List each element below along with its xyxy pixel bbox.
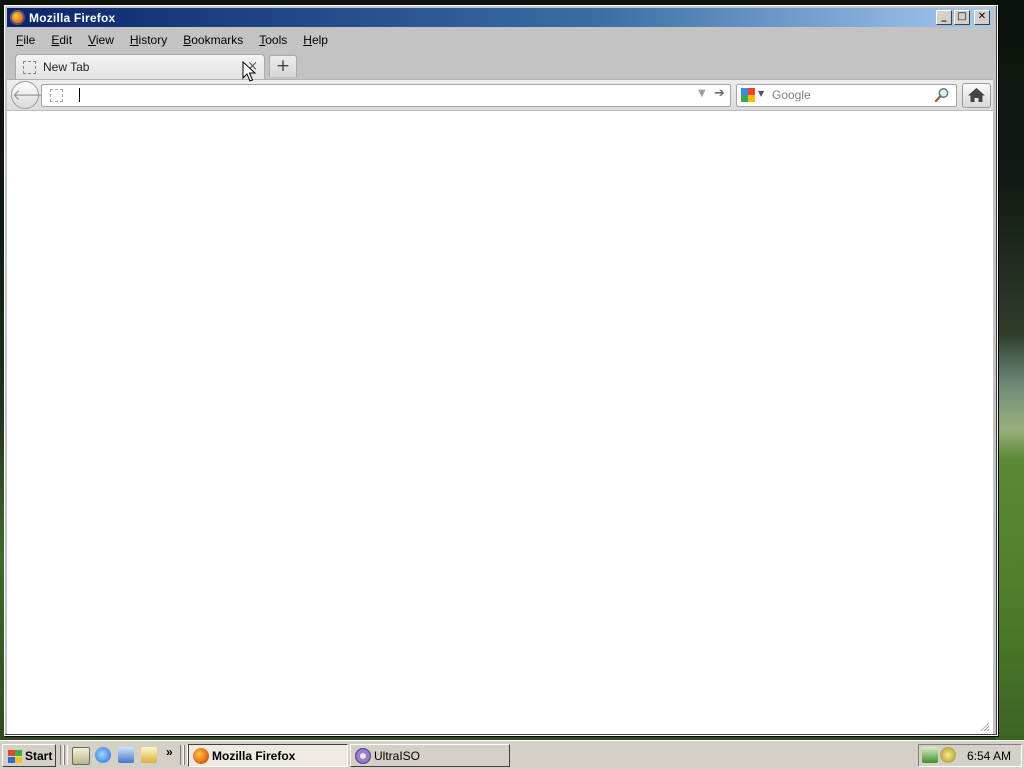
network-icon[interactable] — [922, 747, 938, 763]
internet-explorer-icon[interactable] — [95, 747, 111, 763]
ultraiso-icon — [355, 747, 371, 764]
windows-flag-icon — [6, 749, 22, 763]
tab-new-tab[interactable]: New Tab × — [15, 54, 265, 79]
home-button[interactable] — [962, 83, 991, 108]
home-icon — [968, 88, 985, 102]
resize-grip[interactable] — [979, 721, 989, 731]
menu-bookmarks[interactable]: Bookmarks — [174, 33, 250, 47]
menu-view[interactable]: View — [79, 33, 121, 47]
menu-help[interactable]: Help — [294, 33, 335, 47]
window-title: Mozilla Firefox — [29, 10, 116, 25]
menu-history[interactable]: History — [121, 33, 174, 47]
system-tray: 6:54 AM — [918, 744, 1022, 767]
url-bar[interactable]: ▼ ➔ — [41, 84, 731, 107]
engine-dropdown-icon[interactable]: ▼ — [758, 89, 764, 98]
quicklaunch-more-icon[interactable]: » — [166, 745, 173, 759]
google-icon[interactable] — [741, 88, 755, 102]
desktop-wallpaper-strip — [996, 0, 1024, 740]
title-bar[interactable]: Mozilla Firefox _ □ ✕ — [7, 8, 993, 27]
start-label: Start — [25, 748, 53, 763]
task-label: Mozilla Firefox — [212, 748, 296, 763]
go-arrow-icon[interactable]: ➔ — [714, 86, 725, 101]
close-window-button[interactable]: ✕ — [974, 10, 990, 25]
back-button[interactable]: 🡐 — [11, 81, 52, 109]
maximize-button[interactable]: □ — [954, 10, 970, 25]
outlook-express-icon[interactable] — [118, 747, 134, 763]
task-label: UltraISO — [374, 748, 421, 763]
page-content[interactable] — [7, 110, 993, 734]
navigation-toolbar: 🡐 ▼ ➔ ▼ — [7, 79, 993, 111]
site-identity-icon[interactable] — [50, 89, 63, 102]
start-button[interactable]: Start — [2, 744, 56, 767]
mouse-cursor-icon — [242, 61, 256, 82]
tab-strip: New Tab × + — [7, 51, 993, 79]
magnifier-icon[interactable] — [934, 87, 950, 103]
firefox-window: Mozilla Firefox _ □ ✕ File Edit View His… — [4, 5, 998, 736]
windows-explorer-icon[interactable] — [141, 747, 157, 763]
search-bar[interactable]: ▼ — [736, 84, 957, 107]
history-dropdown-icon[interactable]: ▼ — [698, 88, 706, 99]
menu-bar: File Edit View History Bookmarks Tools H… — [7, 29, 993, 51]
text-caret — [79, 88, 80, 102]
firefox-icon — [193, 747, 209, 764]
menu-tools[interactable]: Tools — [250, 33, 294, 47]
show-desktop-icon[interactable] — [72, 747, 90, 765]
task-firefox[interactable]: Mozilla Firefox — [188, 744, 348, 767]
clock[interactable]: 6:54 AM — [967, 749, 1011, 763]
window-controls: _ □ ✕ — [936, 10, 990, 25]
blank-page-icon — [23, 60, 36, 74]
tab-label: New Tab — [43, 60, 90, 74]
task-ultraiso[interactable]: UltraISO — [350, 744, 510, 767]
minimize-button[interactable]: _ — [936, 10, 952, 25]
address-input[interactable] — [78, 86, 678, 103]
quicklaunch-grip — [64, 745, 68, 765]
security-key-icon[interactable] — [940, 747, 956, 763]
new-tab-button[interactable]: + — [269, 55, 297, 77]
menu-file[interactable]: File — [7, 33, 42, 47]
menu-edit[interactable]: Edit — [42, 33, 79, 47]
firefox-icon[interactable] — [10, 10, 25, 25]
search-input[interactable] — [772, 86, 922, 103]
taskbar: Start » Mozilla Firefox UltraISO 6:54 AM — [0, 740, 1024, 769]
